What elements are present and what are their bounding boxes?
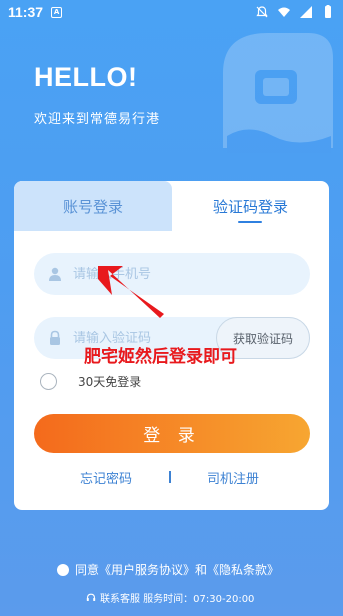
battery-icon — [325, 5, 331, 18]
phone-input[interactable] — [73, 266, 203, 282]
phone-field[interactable] — [34, 253, 310, 295]
remember-login[interactable]: 30天免登录 — [40, 373, 141, 390]
status-time: 11:37 — [8, 4, 44, 20]
tab-code-login[interactable]: 验证码登录 — [172, 181, 329, 231]
headset-icon — [86, 593, 96, 601]
tab-code-login-label: 验证码登录 — [212, 197, 288, 216]
remember-radio[interactable] — [40, 373, 57, 390]
tab-active-indicator — [238, 221, 262, 223]
wifi-icon — [278, 7, 290, 17]
user-icon — [49, 267, 61, 281]
remember-label: 30天免登录 — [78, 375, 142, 389]
agreement-text[interactable]: 同意《用户服务协议》和《隐私条款》 — [75, 561, 279, 578]
watermark-logo — [223, 33, 333, 153]
lock-icon — [50, 330, 60, 345]
status-bar: 11:37 A — [0, 0, 343, 24]
status-icons — [255, 5, 335, 19]
page-subtitle: 欢迎来到常德易行港 — [34, 112, 161, 127]
service-text: 联系客服 服务时间：07:30-20:00 — [100, 594, 255, 605]
service-info: 联系客服 服务时间：07:30-20:00 — [86, 590, 254, 605]
app-notification-icon: A — [51, 6, 63, 18]
agreement-radio[interactable] — [57, 563, 69, 576]
tab-account-login[interactable]: 账号登录 — [14, 181, 172, 231]
page-title: HELLO! — [34, 62, 138, 92]
driver-register-link[interactable]: 司机注册 — [207, 468, 259, 487]
agreement-row[interactable]: 同意《用户服务协议》和《隐私条款》 — [57, 561, 279, 578]
signal-icon — [300, 6, 312, 18]
bell-off-icon — [256, 6, 268, 18]
login-button[interactable]: 登 录 — [34, 414, 310, 453]
link-separator — [169, 471, 171, 483]
forgot-password-link[interactable]: 忘记密码 — [80, 468, 132, 487]
annotation-text: 肥宅姬然后登录即可 — [84, 347, 237, 367]
